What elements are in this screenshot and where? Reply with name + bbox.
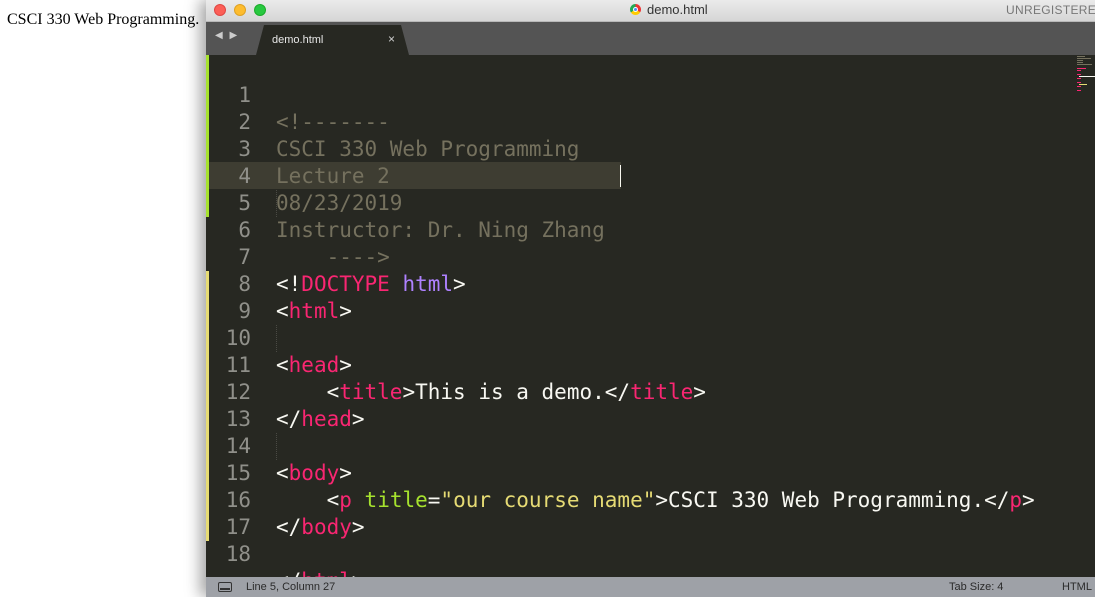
- editor-window: demo.html UNREGISTERED ◀ ▶ demo.html × 1…: [206, 0, 1095, 597]
- tab-nav-arrows-icon[interactable]: ◀ ▶: [215, 30, 239, 41]
- code-line-9: 9: [206, 271, 1095, 323]
- tab-size-selector[interactable]: Tab Size: 4: [949, 581, 1003, 593]
- code-line-2: 2 CSCI 330 Web Programming: [206, 82, 1095, 161]
- code-line-7: 7 <!DOCTYPE html>: [206, 217, 1095, 296]
- cursor-position: Line 5, Column 27: [246, 581, 336, 593]
- status-bar: Line 5, Column 27 Tab Size: 4 HTML: [206, 577, 1095, 597]
- code-line-8: 8 <html>: [206, 244, 1095, 323]
- text-cursor: [620, 165, 621, 187]
- browser-page-text: CSCI 330 Web Programming.: [7, 11, 200, 28]
- code-line-15: 15 <p title="our course name">CSCI 330 W…: [206, 433, 1095, 512]
- code-line-5: 5 Instructor: Dr. Ning Zhang: [206, 163, 1095, 242]
- tab-bar: ◀ ▶ demo.html ×: [206, 22, 1095, 55]
- chrome-file-icon: [630, 4, 641, 15]
- code-line-4: 4 08/23/2019: [206, 136, 1095, 215]
- tab-demo-html[interactable]: demo.html ×: [256, 25, 409, 55]
- code-line-13: 13: [206, 379, 1095, 431]
- tab-label: demo.html: [272, 34, 324, 46]
- code-line-11: 11 <title>This is a demo.</title>: [206, 325, 1095, 404]
- code-line-12: 12 </head>: [206, 352, 1095, 431]
- minimize-window-button[interactable]: [234, 4, 246, 16]
- window-title-group: demo.html: [630, 2, 708, 17]
- code-line-14: 14 <body>: [206, 406, 1095, 485]
- code-line-6: 6 ---->: [206, 190, 1095, 269]
- line-number: 18: [225, 542, 251, 566]
- title-bar: demo.html UNREGISTERED: [206, 0, 1095, 22]
- tab-close-icon[interactable]: ×: [388, 32, 395, 46]
- code-line-3: 3 Lecture 2: [206, 109, 1095, 188]
- registration-notice: UNREGISTERED: [1006, 3, 1095, 17]
- code-line-18: 18 </html>: [206, 514, 1095, 593]
- code-line-17: 17: [206, 487, 1095, 539]
- code-line-1: 1 <!-------: [206, 55, 1095, 134]
- code-line-16: 16 </body>: [206, 460, 1095, 539]
- panel-toggle-icon[interactable]: [218, 582, 232, 592]
- code-editor[interactable]: 1 <!------- 2 CSCI 330 Web Programming 3…: [206, 55, 1095, 593]
- window-title: demo.html: [647, 2, 708, 17]
- minimap[interactable]: [1075, 55, 1095, 95]
- zoom-window-button[interactable]: [254, 4, 266, 16]
- syntax-selector[interactable]: HTML: [1062, 581, 1092, 593]
- close-window-button[interactable]: [214, 4, 226, 16]
- code-line-10: 10 <head>: [206, 298, 1095, 377]
